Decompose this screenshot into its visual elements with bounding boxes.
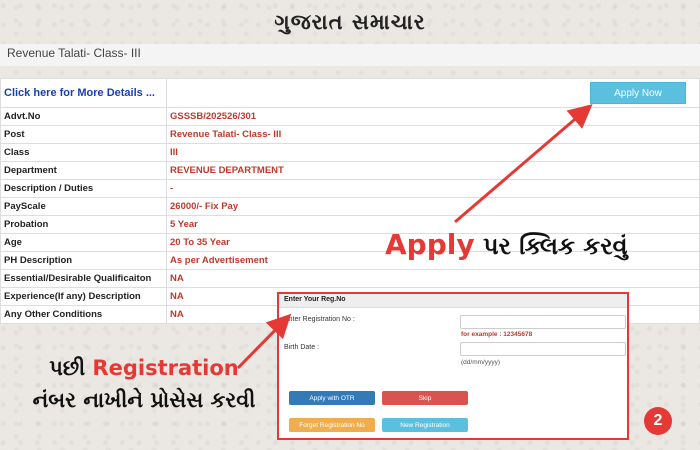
apply-annotation: Apply પર ક્લિક કરવું bbox=[385, 228, 628, 261]
registration-annotation-prefix: પછી bbox=[49, 356, 93, 380]
step-number-badge: 2 bbox=[644, 407, 672, 435]
registration-annotation-word: Registration bbox=[92, 356, 239, 380]
registration-annotation: પછી Registration નંબર નાખીને પ્રોસેસ કરવ… bbox=[14, 352, 274, 416]
apply-annotation-text: પર ક્લિક કરવું bbox=[474, 232, 628, 260]
registration-annotation-line2: નંબર નાખીને પ્રોસેસ કરવી bbox=[32, 388, 256, 412]
arrow-to-apply-icon bbox=[454, 104, 593, 224]
apply-annotation-word: Apply bbox=[385, 228, 475, 261]
